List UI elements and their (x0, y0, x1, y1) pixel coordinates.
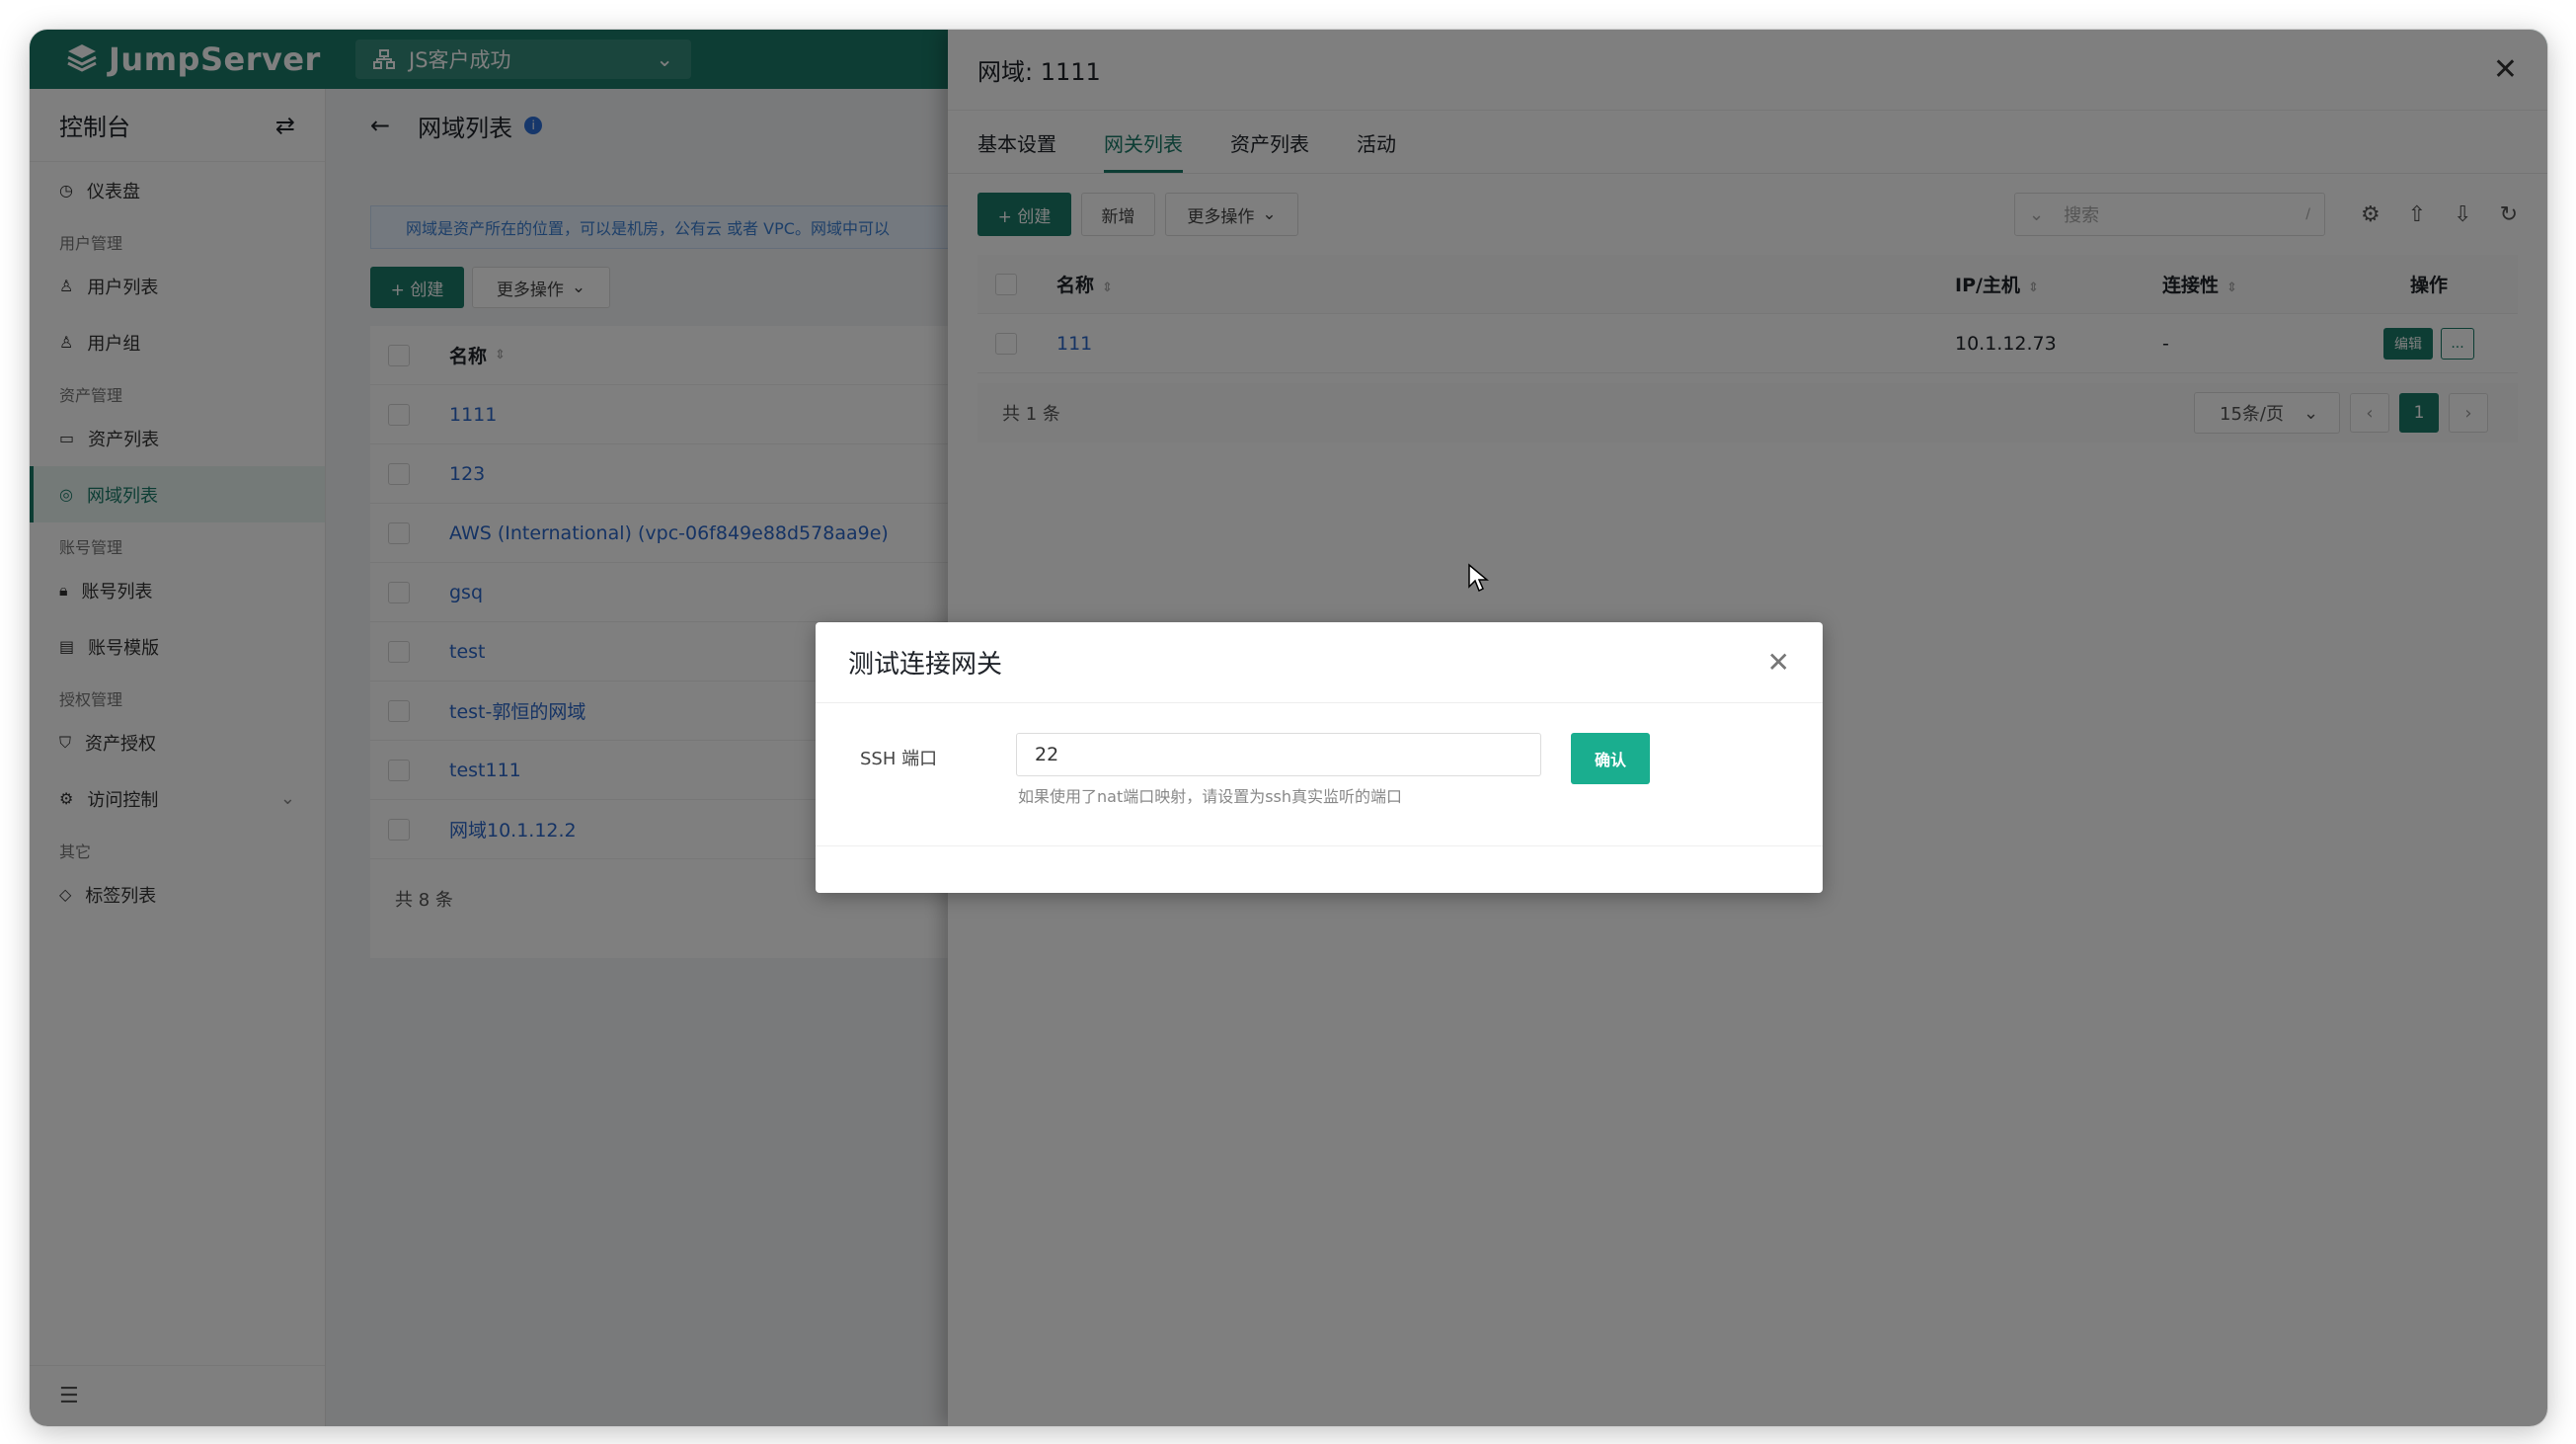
mouse-cursor-icon (1468, 563, 1489, 593)
close-icon[interactable]: ✕ (1767, 646, 1790, 679)
dialog-header: 测试连接网关 ✕ (816, 622, 1823, 703)
ssh-port-hint: 如果使用了nat端口映射，请设置为ssh真实监听的端口 (1018, 787, 1403, 806)
ssh-port-label: SSH 端口 (860, 749, 938, 769)
dialog-title: 测试连接网关 (848, 650, 1003, 680)
ssh-port-input[interactable]: 22 (1016, 733, 1541, 776)
app-window: JumpServer JS客户成功 ⌄ 控制台 ⇄ ◷仪表盘用户管理♙用户列表♙… (30, 30, 2547, 1426)
dialog-footer (816, 845, 1823, 893)
test-gateway-dialog: 测试连接网关 ✕ SSH 端口 22 如果使用了nat端口映射，请设置为ssh真… (816, 622, 1823, 893)
confirm-button[interactable]: 确认 (1571, 733, 1650, 784)
